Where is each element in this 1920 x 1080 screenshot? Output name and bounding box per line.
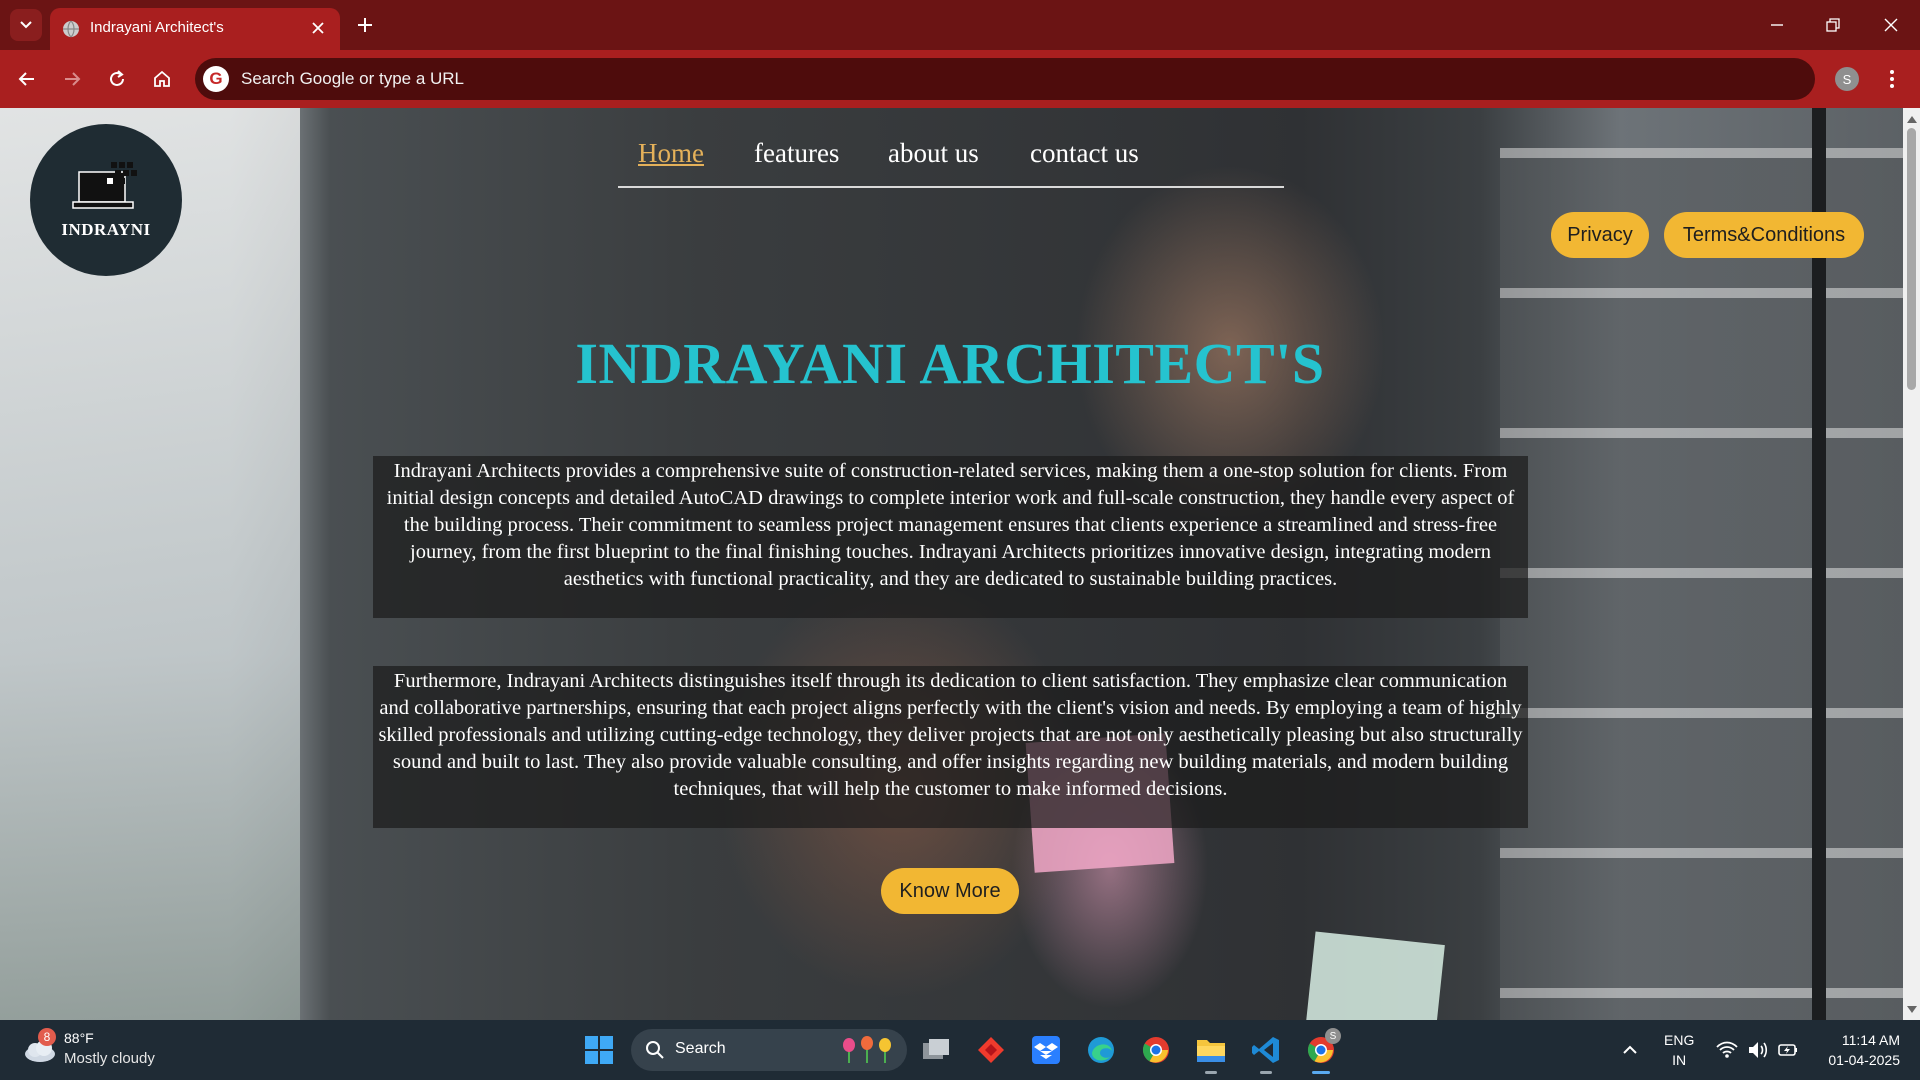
anydesk-icon	[978, 1037, 1004, 1063]
nav-link-about-us[interactable]: about us	[888, 138, 979, 169]
nav-link-home[interactable]: Home	[638, 138, 704, 169]
folder-icon	[1197, 1040, 1225, 1062]
running-indicator	[1205, 1071, 1217, 1074]
scroll-up-button[interactable]	[1903, 110, 1920, 127]
task-view-icon	[923, 1039, 949, 1059]
taskbar-task-view[interactable]	[918, 1032, 954, 1068]
taskbar-app-file-explorer[interactable]	[1193, 1032, 1229, 1074]
browser-tab[interactable]: Indrayani Architect's	[50, 8, 340, 50]
windows-start-icon[interactable]	[583, 1034, 615, 1066]
tab-title: Indrayani Architect's	[90, 19, 224, 36]
globe-icon	[63, 20, 79, 38]
chevron-down-icon	[20, 21, 32, 29]
windows-taskbar: 8 88°F Mostly cloudy Search S ENG IN 11:…	[0, 1020, 1920, 1080]
system-clock[interactable]: 11:14 AM 01-04-2025	[1812, 1030, 1900, 1070]
clock-time: 11:14 AM	[1841, 1032, 1900, 1048]
details-paragraph: Furthermore, Indrayani Architects distin…	[373, 666, 1528, 828]
browser-toolbar: G Search Google or type a URL S	[0, 50, 1920, 108]
plus-icon	[358, 18, 372, 32]
site-logo[interactable]: INDRAYNI	[30, 124, 182, 276]
profile-avatar[interactable]: S	[1835, 67, 1859, 91]
close-window-button[interactable]	[1876, 10, 1906, 40]
weather-description: Mostly cloudy	[64, 1050, 155, 1067]
forward-button[interactable]	[57, 64, 87, 94]
background-photo-shelf	[1500, 148, 1920, 1020]
taskbar-app-vscode[interactable]	[1248, 1032, 1284, 1074]
intro-paragraph: Indrayani Architects provides a comprehe…	[373, 456, 1528, 618]
clock-date: 01-04-2025	[1828, 1052, 1900, 1068]
weather-alert-badge: 8	[38, 1028, 56, 1046]
nav-link-features[interactable]: features	[754, 138, 839, 169]
hero-title: INDRAYANI ARCHITECT'S	[575, 331, 1325, 396]
page-scrollbar[interactable]	[1903, 108, 1920, 1020]
close-tab-button[interactable]	[308, 18, 328, 38]
taskbar-app-chrome-profile[interactable]: S	[1303, 1028, 1341, 1074]
laptop-logo-icon	[72, 162, 137, 209]
running-indicator	[1260, 1071, 1272, 1074]
taskbar-app-edge[interactable]	[1083, 1032, 1119, 1068]
address-bar-placeholder: Search Google or type a URL	[241, 69, 465, 88]
weather-temperature: 88°F	[64, 1030, 94, 1046]
dropbox-icon	[1032, 1036, 1060, 1064]
home-icon	[154, 70, 170, 87]
tab-search-button[interactable]	[10, 9, 42, 41]
arrow-left-icon	[18, 72, 34, 86]
close-icon	[312, 22, 324, 34]
language-code: ENG	[1664, 1032, 1695, 1048]
search-icon	[646, 1041, 664, 1059]
chrome-icon	[1142, 1037, 1169, 1063]
site-navigation: Home features about us contact us	[618, 138, 1284, 188]
taskbar-app-dropbox[interactable]	[1028, 1032, 1064, 1068]
tulips-icon	[843, 1036, 891, 1063]
arrow-right-icon	[65, 72, 81, 86]
taskbar-app-anydesk[interactable]	[973, 1032, 1009, 1068]
battery-charging-icon[interactable]	[1776, 1038, 1800, 1062]
background-sticky-note	[1305, 931, 1445, 1020]
restore-icon	[1826, 18, 1840, 32]
privacy-button[interactable]: Privacy	[1551, 212, 1649, 258]
wifi-icon[interactable]	[1715, 1038, 1739, 1062]
reload-icon	[110, 70, 124, 86]
chevron-up-icon[interactable]	[1620, 1040, 1640, 1060]
logo-text: INDRAYNI	[61, 220, 151, 239]
chrome-profile-badge: S	[1325, 1028, 1341, 1044]
restore-button[interactable]	[1818, 10, 1848, 40]
vscode-icon	[1252, 1037, 1279, 1063]
nav-link-contact-us[interactable]: contact us	[1030, 138, 1139, 169]
triangle-down-icon	[1906, 1005, 1917, 1013]
new-tab-button[interactable]	[352, 12, 378, 38]
triangle-up-icon	[1906, 115, 1917, 123]
web-page: INDRAYNI Home features about us contact …	[0, 108, 1920, 1020]
input-language-indicator[interactable]: ENG IN	[1664, 1030, 1694, 1070]
minimize-button[interactable]	[1762, 10, 1792, 40]
edge-icon	[1088, 1037, 1114, 1063]
browser-tab-strip: Indrayani Architect's	[0, 0, 1920, 50]
scrollbar-thumb[interactable]	[1907, 128, 1916, 390]
scroll-down-button[interactable]	[1903, 1001, 1920, 1018]
region-code: IN	[1672, 1052, 1687, 1068]
know-more-button[interactable]: Know More	[881, 868, 1019, 914]
google-icon: G	[203, 66, 229, 92]
minimize-icon	[1771, 24, 1783, 26]
taskbar-app-chrome[interactable]	[1138, 1032, 1174, 1068]
terms-conditions-button[interactable]: Terms&Conditions	[1664, 212, 1864, 258]
back-button[interactable]	[12, 64, 42, 94]
volume-icon[interactable]	[1746, 1038, 1770, 1062]
address-bar[interactable]: G Search Google or type a URL	[195, 58, 1815, 100]
browser-menu-button[interactable]	[1880, 64, 1904, 94]
close-icon	[1884, 18, 1898, 32]
taskbar-search-box[interactable]: Search	[631, 1029, 907, 1071]
home-button[interactable]	[147, 64, 177, 94]
active-app-indicator	[1312, 1071, 1330, 1074]
taskbar-search-label: Search	[675, 1040, 726, 1057]
more-vertical-icon	[1890, 70, 1894, 88]
reload-button[interactable]	[102, 64, 132, 94]
